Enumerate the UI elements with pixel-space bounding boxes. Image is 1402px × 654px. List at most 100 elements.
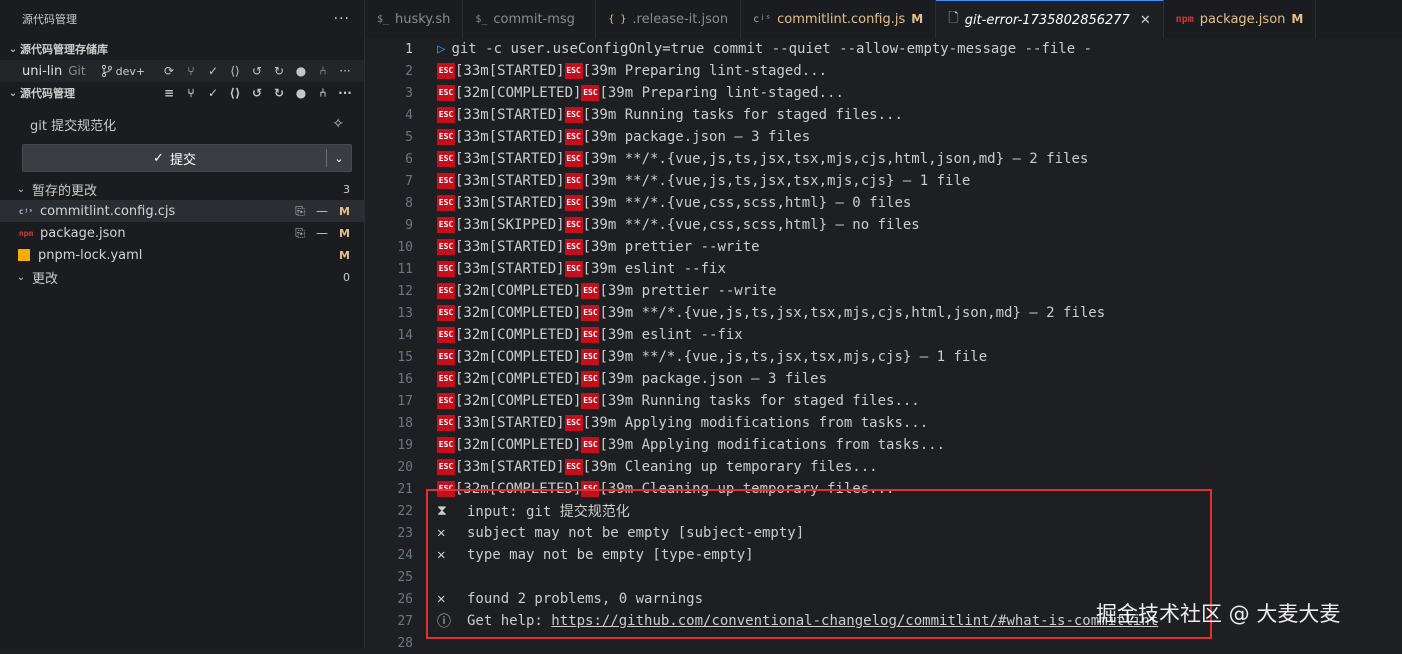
esc-control-char-icon: ESC xyxy=(564,151,583,167)
staged-changes-group[interactable]: ⌄ 暂存的更改 3 xyxy=(0,178,364,200)
tab-package-json[interactable]: npm package.json M xyxy=(1164,0,1317,38)
code-text: ESC [33m[STARTED] ESC [39m package.json — 3… xyxy=(437,129,810,145)
ansi-status-text: [32m[COMPLETED] xyxy=(455,327,582,343)
tab-commit-msg[interactable]: $_ commit-msg xyxy=(463,0,597,38)
commit-message-input[interactable]: git 提交规范化 ✧ xyxy=(22,110,352,138)
log-message-text: [39m Cleaning up temporary files... xyxy=(599,481,895,497)
code-line: 22 ⧗ input: git 提交规范化 xyxy=(365,500,1402,522)
repositories-section-header[interactable]: ⌄ 源代码管理存储库 xyxy=(0,38,364,60)
sparkle-icon[interactable]: ✧ xyxy=(332,116,344,132)
line-number: 24 xyxy=(397,547,413,563)
esc-control-char-icon: ESC xyxy=(437,85,455,101)
log-lines: 2 ESC [33m[STARTED] ESC [39m Preparing lint-… xyxy=(365,60,1402,500)
esc-control-char-icon: ESC xyxy=(437,239,455,255)
file-status-badge: M xyxy=(339,204,350,218)
line-number: 11 xyxy=(397,261,413,277)
staged-file-row[interactable]: npm package.json ⎘ — M xyxy=(0,222,364,244)
tab-release-it-json[interactable]: { } .release-it.json xyxy=(596,0,742,38)
github-icon[interactable]: ● xyxy=(294,64,308,78)
repo-name: uni-lin xyxy=(22,63,63,79)
check-icon[interactable]: ✓ xyxy=(206,64,220,78)
log-message-text: [39m **/*.{vue,js,ts,jsx,tsx,mjs,cjs,htm… xyxy=(582,151,1089,167)
code-text: ESC [33m[STARTED] ESC [39m prettier --write xyxy=(437,239,760,255)
ansi-status-text: [33m[STARTED] xyxy=(455,415,565,431)
code-line: 24 ✕ type may not be empty [type-empty] xyxy=(365,544,1402,566)
check-icon: ✓ xyxy=(153,150,164,166)
esc-control-char-icon: ESC xyxy=(437,305,455,321)
line-number: 27 xyxy=(397,613,413,629)
ellipsis-icon[interactable]: ··· xyxy=(338,64,352,78)
compare-icon[interactable]: ⟨⟩ xyxy=(228,86,242,100)
log-message-text: [39m prettier --write xyxy=(599,283,777,299)
github-icon[interactable]: ● xyxy=(294,86,308,100)
ellipsis-icon[interactable]: ··· xyxy=(338,86,352,100)
npm-file-icon: npm xyxy=(1175,13,1194,25)
close-icon[interactable]: ✕ xyxy=(1140,13,1151,28)
branch-picker[interactable]: dev+ xyxy=(100,64,145,78)
code-line: 16 ESC [32m[COMPLETED] ESC [39m package.json… xyxy=(365,368,1402,390)
history-icon[interactable]: ↺ xyxy=(250,64,264,78)
code-line: 2 ESC [33m[STARTED] ESC [39m Preparing lint-… xyxy=(365,60,1402,82)
changes-count-badge: 0 xyxy=(343,270,350,284)
compare-icon[interactable]: ⟨⟩ xyxy=(228,64,242,78)
ansi-status-text: [33m[STARTED] xyxy=(455,63,565,79)
code-text: ESC [33m[SKIPPED] ESC [39m **/*.{vue,css,sc… xyxy=(437,217,920,233)
unstage-icon[interactable]: — xyxy=(315,204,329,218)
file-actions: ⎘ — xyxy=(293,226,329,240)
code-line: 21 ESC [32m[COMPLETED] ESC [39m Cleaning up … xyxy=(365,478,1402,500)
commit-button-label: 提交 xyxy=(169,152,196,168)
line-number: 1 xyxy=(405,41,413,57)
document-icon: 🗋 xyxy=(948,11,959,26)
code-editor[interactable]: 1 ▷ git -c user.useConfigOnly=true commit… xyxy=(365,38,1402,651)
help-link[interactable]: https://github.com/conventional-changelo… xyxy=(551,613,1158,629)
staged-file-row[interactable]: pnpm-lock.yaml M xyxy=(0,244,364,266)
git-graph-icon[interactable]: ⑂ xyxy=(184,64,198,78)
repository-row[interactable]: uni-lin Git dev+ ⟳ ⑂ ✓ ⟨⟩ ↺ ↻ ● ⑃ ··· xyxy=(0,60,364,82)
line-number: 10 xyxy=(397,239,413,255)
tab-husky-sh[interactable]: $_ husky.sh xyxy=(365,0,464,38)
open-file-icon[interactable]: ⎘ xyxy=(293,226,307,240)
chevron-down-icon: ⌄ xyxy=(16,183,26,195)
refresh-icon[interactable]: ↻ xyxy=(272,64,286,78)
esc-control-char-icon: ESC xyxy=(564,173,583,189)
staged-file-row[interactable]: cʲˢ commitlint.config.cjs ⎘ — M xyxy=(0,200,364,222)
line-number: 26 xyxy=(397,591,413,607)
commit-main-action[interactable]: ✓ 提交 xyxy=(23,149,326,168)
code-text: ESC [33m[STARTED] ESC [39m Cleaning up temp… xyxy=(437,459,878,475)
branch-compare-icon[interactable]: ⑃ xyxy=(316,64,330,78)
more-actions-icon[interactable]: ··· xyxy=(334,11,350,27)
unstage-icon[interactable]: — xyxy=(315,226,329,240)
sync-icon[interactable]: ⟳ xyxy=(162,64,176,78)
git-graph-icon[interactable]: ⑂ xyxy=(184,86,198,100)
open-file-icon[interactable]: ⎘ xyxy=(293,204,307,218)
code-line: 5 ESC [33m[STARTED] ESC [39m package.json — … xyxy=(365,126,1402,148)
error-x-icon: ✕ xyxy=(437,547,446,563)
check-icon[interactable]: ✓ xyxy=(206,86,220,100)
line-number: 6 xyxy=(405,151,413,167)
code-line: 15 ESC [32m[COMPLETED] ESC [39m **/*.{vue,js… xyxy=(365,346,1402,368)
code-text: ▷ git -c user.useConfigOnly=true commit -… xyxy=(437,41,1092,57)
esc-control-char-icon: ESC xyxy=(437,283,455,299)
branch-name: dev+ xyxy=(115,64,146,78)
branch-compare-icon[interactable]: ⑃ xyxy=(316,86,330,100)
view-as-list-icon[interactable]: ≡ xyxy=(162,86,176,100)
changes-group[interactable]: ⌄ 更改 0 xyxy=(0,266,364,288)
refresh-icon[interactable]: ↻ xyxy=(272,86,286,100)
tab-commitlint-config[interactable]: cʲˢ commitlint.config.js M xyxy=(741,0,937,38)
esc-control-char-icon: ESC xyxy=(437,63,455,79)
line-number: 23 xyxy=(397,525,413,541)
commit-button[interactable]: ✓ 提交 ⌄ xyxy=(22,144,352,172)
code-text: ESC [32m[COMPLETED] ESC [39m Preparing lint… xyxy=(437,85,844,101)
code-text: ESC [33m[STARTED] ESC [39m **/*.{vue,css,sc… xyxy=(437,195,911,211)
code-line: 1 ▷ git -c user.useConfigOnly=true commit… xyxy=(365,38,1402,60)
esc-control-char-icon: ESC xyxy=(437,371,455,387)
esc-control-char-icon: ESC xyxy=(564,129,583,145)
esc-control-char-icon: ESC xyxy=(581,305,600,321)
line-number: 9 xyxy=(405,217,413,233)
scm-section-header[interactable]: ⌄ 源代码管理 ≡ ⑂ ✓ ⟨⟩ ↺ ↻ ● ⑃ ··· xyxy=(0,82,364,104)
history-icon[interactable]: ↺ xyxy=(250,86,264,100)
commit-message-text: git 提交规范化 xyxy=(30,118,117,134)
tab-git-error[interactable]: 🗋 git-error-1735802856277 ✕ xyxy=(936,0,1164,39)
chevron-down-icon[interactable]: ⌄ xyxy=(327,152,351,165)
code-line: 20 ESC [33m[STARTED] ESC [39m Cleaning up te… xyxy=(365,456,1402,478)
